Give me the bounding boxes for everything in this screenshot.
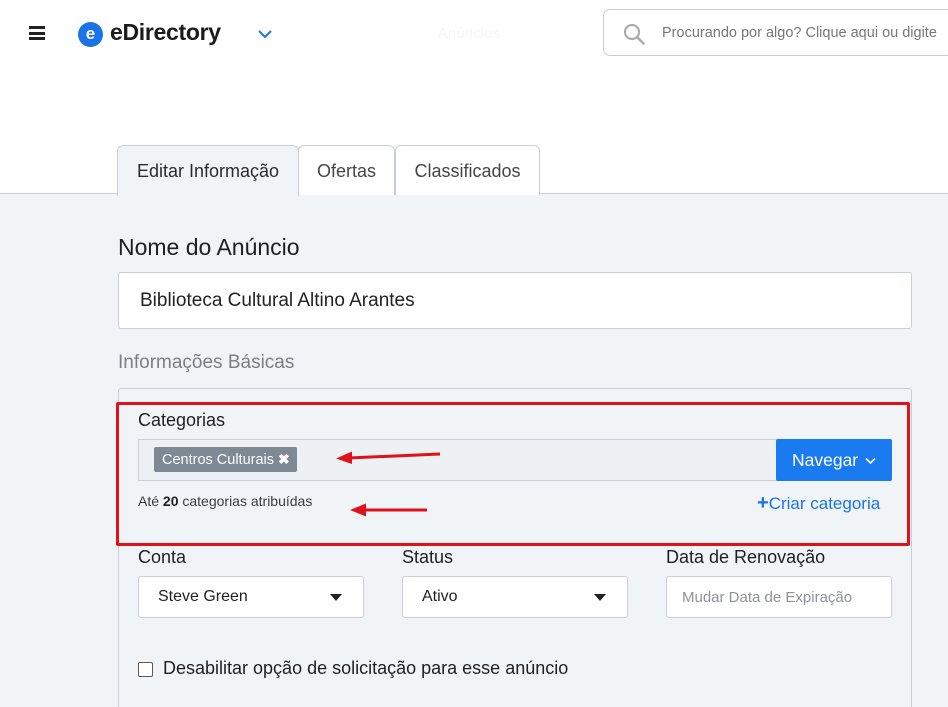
renewal-date-input[interactable] bbox=[666, 576, 892, 618]
top-header: e eDirectory Anúncios bbox=[0, 0, 948, 70]
highlight-box bbox=[116, 402, 910, 546]
arrow-annotation-icon bbox=[350, 503, 427, 517]
header-module-label: Anúncios bbox=[438, 25, 500, 42]
tab-ofertas[interactable]: Ofertas bbox=[298, 145, 395, 195]
disable-request-label[interactable]: Desabilitar opção de solicitação para es… bbox=[163, 658, 568, 679]
basic-info-heading: Informações Básicas bbox=[118, 352, 295, 373]
renewal-date-label: Data de Renovação bbox=[666, 547, 826, 567]
listing-name-input[interactable] bbox=[118, 272, 912, 329]
tab-classificados[interactable]: Classificados bbox=[395, 145, 540, 195]
account-select[interactable]: Steve Green bbox=[138, 576, 364, 618]
search-icon bbox=[623, 23, 645, 45]
search-box[interactable] bbox=[603, 9, 948, 56]
chevron-down-icon[interactable] bbox=[257, 26, 273, 42]
account-value: Steve Green bbox=[158, 588, 248, 605]
account-label: Conta bbox=[138, 547, 187, 567]
status-select[interactable]: Ativo bbox=[402, 576, 628, 618]
listing-name-label: Nome do Anúncio bbox=[118, 234, 300, 260]
logo-icon[interactable]: e bbox=[78, 22, 103, 47]
caret-down-icon bbox=[594, 594, 606, 601]
search-input[interactable] bbox=[662, 10, 948, 55]
status-value: Ativo bbox=[422, 588, 458, 605]
status-label: Status bbox=[402, 547, 454, 567]
tab-editar-informacao[interactable]: Editar Informação bbox=[117, 145, 299, 196]
caret-down-icon bbox=[330, 594, 342, 601]
arrow-annotation-icon bbox=[336, 451, 441, 464]
hamburger-icon[interactable] bbox=[29, 26, 45, 40]
logo-text[interactable]: eDirectory bbox=[110, 19, 221, 46]
disable-request-checkbox[interactable] bbox=[138, 662, 153, 677]
